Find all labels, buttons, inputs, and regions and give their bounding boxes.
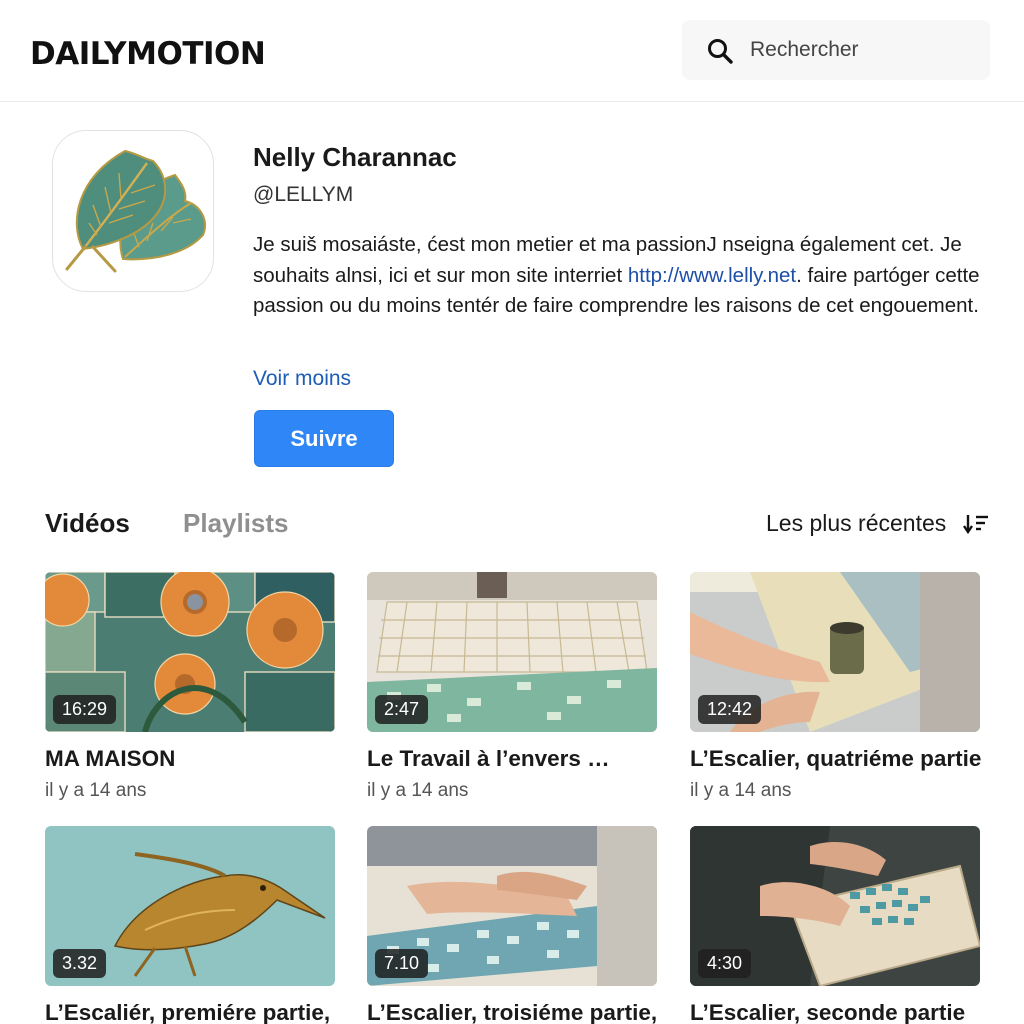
video-date: il y a 14 ans [45, 780, 147, 801]
video-card[interactable]: 4:30 L’Escalier, seconde partie [690, 826, 980, 1024]
search-box[interactable] [682, 20, 990, 80]
tab-videos[interactable]: Vidéos [45, 508, 130, 539]
dailymotion-logo[interactable]: DAILYMOTION [30, 36, 266, 72]
video-thumbnail[interactable]: 16:29 [45, 572, 335, 732]
search-icon[interactable] [706, 37, 734, 65]
tab-playlists[interactable]: Playlists [183, 508, 289, 539]
video-card[interactable]: 3.32 L’Escaliér, premiére partie, [45, 826, 335, 1024]
video-title[interactable]: L’Escalier, seconde partie [690, 1000, 980, 1024]
channel-avatar[interactable] [52, 130, 214, 292]
video-duration: 2:47 [375, 695, 429, 724]
video-title[interactable]: L’Escaliér, premiére partie, [45, 1000, 335, 1024]
channel-name: Nelly Charannac [253, 142, 457, 172]
search-input[interactable] [750, 34, 970, 66]
see-less-link[interactable]: Voir moins [253, 367, 351, 391]
follow-button[interactable]: Suivre [254, 410, 394, 467]
video-title[interactable]: Le Travail à l’envers … [367, 746, 657, 772]
video-card[interactable]: 7.10 L’Escalier, troisiéme partie, [367, 826, 657, 1024]
video-date: il y a 14 ans [690, 780, 792, 801]
video-thumbnail[interactable]: 3.32 [45, 826, 335, 986]
video-duration: 16:29 [53, 695, 117, 724]
video-duration: 4:30 [698, 949, 752, 978]
video-title[interactable]: L’Escalier, quatriéme partie [690, 746, 981, 772]
sort-dropdown[interactable]: Les plus récentes [766, 510, 946, 537]
video-date: il y a 14 ans [367, 780, 469, 801]
video-title[interactable]: L’Escalier, troisiéme partie, [367, 1000, 657, 1024]
top-bar: DAILYMOTION [0, 0, 1024, 102]
channel-bio: Je suiš mosaiáste, ćest mon metier et ma… [253, 230, 993, 322]
video-duration: 12:42 [698, 695, 762, 724]
video-duration: 7.10 [375, 949, 429, 978]
channel-handle: @LELLYM [253, 183, 354, 206]
leaf-logo-icon [65, 149, 206, 273]
bio-website-link[interactable]: http://www.lelly.net [628, 264, 796, 287]
video-thumbnail[interactable]: 2:47 [367, 572, 657, 732]
video-thumbnail[interactable]: 7.10 [367, 826, 657, 986]
video-thumbnail[interactable]: 4:30 [690, 826, 980, 986]
video-duration: 3.32 [53, 949, 107, 978]
video-card[interactable]: 12:42 L’Escalier, quatriéme partie il y … [690, 572, 981, 802]
video-title[interactable]: MA MAISON [45, 746, 335, 772]
video-thumbnail[interactable]: 12:42 [690, 572, 980, 732]
video-card[interactable]: 16:29 MA MAISON il y a 14 ans [45, 572, 335, 802]
video-card[interactable]: 2:47 Le Travail à l’envers … il y a 14 a… [367, 572, 657, 802]
sort-descending-icon[interactable] [963, 513, 989, 535]
